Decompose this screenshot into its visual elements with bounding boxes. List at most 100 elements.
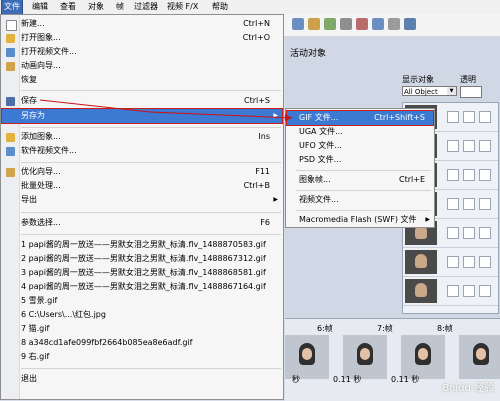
toolbar-paste-icon[interactable] <box>340 18 352 30</box>
recent-file-item[interactable]: 5 雪景.gif <box>2 294 282 308</box>
menu-separator <box>21 90 281 91</box>
recent-file-item[interactable]: 3 papi酱的周一放送——男默女泪之男默_标清.flv_1488868581.… <box>2 266 282 280</box>
watermark: Baidu 经验 <box>442 383 494 394</box>
layer-row[interactable] <box>403 277 498 306</box>
menu-item-revert[interactable]: 恢复 <box>2 73 282 87</box>
layer-lock-box[interactable] <box>463 256 475 268</box>
submenu-item-image-frames[interactable]: 图象帧... Ctrl+E <box>287 173 433 187</box>
recent-file-item[interactable]: 7 猫.gif <box>2 322 282 336</box>
recent-file-item[interactable]: 1 papi酱的周一放送——男默女泪之男默_标清.flv_1488870583.… <box>2 238 282 252</box>
layer-visibility-box[interactable] <box>447 111 459 123</box>
layer-lock-box[interactable] <box>463 198 475 210</box>
opacity-label: 透明 <box>460 75 476 84</box>
frame-thumbnail[interactable] <box>459 335 500 379</box>
toolbar-preview-icon[interactable] <box>388 18 400 30</box>
frame-thumbnail[interactable] <box>285 335 329 379</box>
menu-separator <box>21 234 281 235</box>
object-filter-select[interactable]: All Object ▼ <box>402 86 457 96</box>
layer-visibility-box[interactable] <box>447 285 459 297</box>
menubar: 文件 编辑 查看 对象 帧 过滤器 视频 F/X 帮助 <box>0 0 500 15</box>
frame-thumbnail[interactable] <box>401 335 445 379</box>
menu-item-save-as[interactable]: 另存为 ▶ <box>1 108 283 124</box>
menu-item-save[interactable]: 保存 Ctrl+S <box>2 94 282 108</box>
layer-visibility-box[interactable] <box>447 227 459 239</box>
menu-item-animation-wizard[interactable]: 动画向导... <box>2 59 282 73</box>
menu-item-preferences[interactable]: 参数选择... F6 <box>2 216 282 230</box>
layer-lock-box[interactable] <box>463 169 475 181</box>
submenu-item-swf[interactable]: Macromedia Flash (SWF) 文件 ▶ <box>287 213 433 227</box>
menu-separator <box>21 127 281 128</box>
menu-video-fx[interactable]: 视频 F/X <box>165 0 200 14</box>
layer-opacity-box[interactable] <box>479 169 491 181</box>
layer-visibility-box[interactable] <box>447 140 459 152</box>
frame-delay[interactable]: 0.11 秒 <box>391 374 419 385</box>
video-file-icon <box>6 147 15 156</box>
video-file-icon <box>6 48 15 57</box>
toolbar-copy-icon[interactable] <box>324 18 336 30</box>
frame-delay[interactable]: 秒 <box>292 374 300 385</box>
layer-lock-box[interactable] <box>463 111 475 123</box>
menu-item-software-video[interactable]: 软件视频文件... <box>2 144 282 158</box>
chevron-down-icon[interactable]: ▼ <box>447 87 456 95</box>
submenu-arrow-icon: ▶ <box>425 216 430 223</box>
menu-item-exit[interactable]: 退出 <box>2 372 282 386</box>
toolbar-zoom-icon[interactable] <box>372 18 384 30</box>
menu-separator <box>296 210 431 211</box>
menu-object[interactable]: 对象 <box>86 0 106 14</box>
menu-frame[interactable]: 帧 <box>114 0 126 14</box>
layer-opacity-box[interactable] <box>479 140 491 152</box>
recent-file-item[interactable]: 2 papi酱的周一放送——男默女泪之男默_标清.flv_1488867312.… <box>2 252 282 266</box>
recent-file-item[interactable]: 8 a348cd1afe099fbf2664b085ea8e6adf.gif <box>2 336 282 350</box>
toolbar-undo-icon[interactable] <box>292 18 304 30</box>
submenu-item-video[interactable]: 视频文件... <box>287 193 433 207</box>
layer-row[interactable] <box>403 248 498 277</box>
layer-opacity-box[interactable] <box>479 198 491 210</box>
recent-file-item[interactable]: 9 右.gif <box>2 350 282 364</box>
submenu-item-gif[interactable]: GIF 文件... Ctrl+Shift+S <box>286 110 434 126</box>
menu-view[interactable]: 查看 <box>58 0 78 14</box>
layer-lock-box[interactable] <box>463 140 475 152</box>
menu-item-optimize-wizard[interactable]: 优化向导... F11 <box>2 165 282 179</box>
menu-edit[interactable]: 编辑 <box>30 0 50 14</box>
menu-separator <box>21 212 281 213</box>
new-file-icon <box>6 20 17 31</box>
submenu-item-psd[interactable]: PSD 文件... <box>287 153 433 167</box>
menu-help[interactable]: 帮助 <box>210 0 230 14</box>
toolbar-delete-icon[interactable] <box>356 18 368 30</box>
submenu-item-uga[interactable]: UGA 文件... <box>287 125 433 139</box>
layer-opacity-box[interactable] <box>479 111 491 123</box>
recent-file-item[interactable]: 6 C:\Users\...\红包.jpg <box>2 308 282 322</box>
submenu-item-ufo[interactable]: UFO 文件... <box>287 139 433 153</box>
save-disk-icon <box>6 97 15 106</box>
menu-item-batch[interactable]: 批量处理... Ctrl+B <box>2 179 282 193</box>
menu-separator <box>296 170 431 171</box>
layer-visibility-box[interactable] <box>447 198 459 210</box>
file-menu: 新建... Ctrl+N 打开图象... Ctrl+O 打开视频文件... 动画… <box>0 14 284 400</box>
opacity-input[interactable] <box>460 86 482 98</box>
layer-opacity-box[interactable] <box>479 227 491 239</box>
layer-visibility-box[interactable] <box>447 256 459 268</box>
menu-filter[interactable]: 过滤器 <box>132 0 160 14</box>
menu-item-new[interactable]: 新建... Ctrl+N <box>2 17 282 31</box>
menu-file[interactable]: 文件 <box>1 0 23 15</box>
frame-label: 8:帧 <box>437 324 453 333</box>
menu-item-open-image[interactable]: 打开图象... Ctrl+O <box>2 31 282 45</box>
recent-file-item[interactable]: 4 papi酱的周一放送——男默女泪之男默_标清.flv_1488867164.… <box>2 280 282 294</box>
layer-opacity-box[interactable] <box>479 285 491 297</box>
menu-item-add-image[interactable]: 添加图象... Ins <box>2 130 282 144</box>
layer-visibility-box[interactable] <box>447 169 459 181</box>
wizard-wand-icon <box>6 62 15 71</box>
layer-lock-box[interactable] <box>463 227 475 239</box>
layer-opacity-box[interactable] <box>479 256 491 268</box>
menu-item-open-video[interactable]: 打开视频文件... <box>2 45 282 59</box>
layer-thumbnail <box>405 279 437 303</box>
submenu-arrow-icon: ▶ <box>273 112 278 119</box>
save-as-submenu: GIF 文件... Ctrl+Shift+S UGA 文件... UFO 文件.… <box>285 108 435 228</box>
toolbar-cut-icon[interactable] <box>308 18 320 30</box>
object-filter-value: All Object <box>404 88 438 96</box>
frame-delay[interactable]: 0.11 秒 <box>333 374 361 385</box>
toolbar-help-icon[interactable] <box>404 18 416 30</box>
frame-thumbnail[interactable] <box>343 335 387 379</box>
layer-lock-box[interactable] <box>463 285 475 297</box>
menu-item-export[interactable]: 导出 ▶ <box>2 193 282 207</box>
